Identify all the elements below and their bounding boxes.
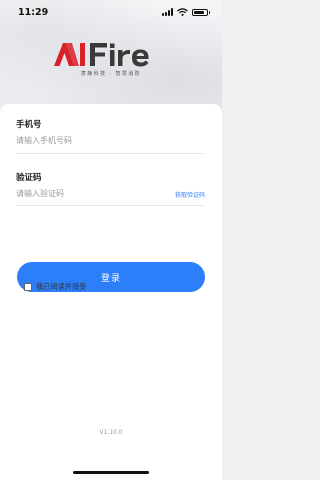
code-divider	[16, 205, 204, 206]
phone-label: 手机号	[16, 120, 42, 130]
verification-code-input[interactable]	[16, 186, 136, 200]
login-card: 手机号 验证码 获取验证码 登录 我已阅读并接受 《用户协议及隐私条款》 V1.…	[0, 104, 222, 480]
battery-icon	[191, 8, 210, 16]
brand-logo	[54, 43, 149, 67]
agreement-row: 我已阅读并接受 《用户协议及隐私条款》	[24, 282, 169, 292]
status-bar: 11:29	[0, 0, 222, 24]
brand-slogan: 意静科技 · 智慧消防	[80, 71, 142, 77]
phone-input[interactable]	[16, 133, 196, 147]
user-agreement-link[interactable]: 《用户协议及隐私条款》	[90, 282, 169, 292]
home-indicator	[73, 471, 149, 474]
cellular-signal-icon	[161, 8, 173, 16]
app-version: V1.10.0	[99, 429, 123, 436]
wifi-icon	[176, 8, 188, 16]
status-time: 11:29	[18, 6, 49, 18]
agreement-checkbox[interactable]	[24, 283, 32, 291]
agreement-text: 我已阅读并接受	[36, 282, 87, 291]
get-code-button[interactable]: 获取验证码	[175, 190, 205, 199]
header-background: 11:29 意静科技 · 智慧消防	[0, 0, 222, 112]
code-label: 验证码	[16, 173, 42, 183]
phone-divider	[16, 153, 204, 154]
status-icons	[161, 8, 210, 16]
